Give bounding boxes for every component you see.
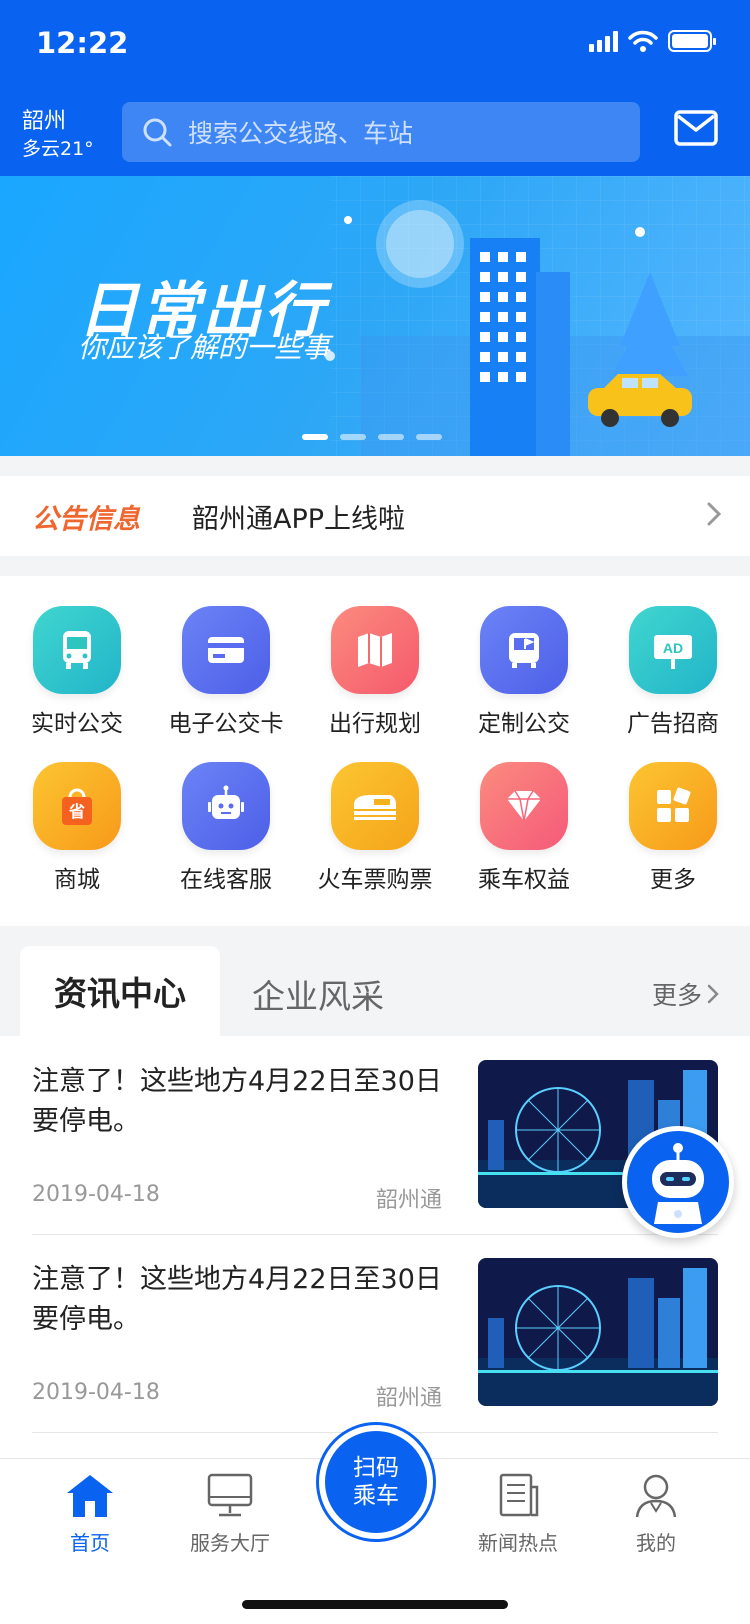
ad-icon: AD [629, 606, 717, 694]
assistant-float-button[interactable] [622, 1126, 734, 1238]
carousel-dot[interactable] [378, 434, 404, 440]
search-placeholder: 搜索公交线路、车站 [188, 119, 414, 148]
news-title: 注意了！这些地方4月22日至30日要停电。 [32, 1264, 442, 1335]
city-name[interactable]: 韶州 [22, 103, 66, 135]
carousel-dot[interactable] [340, 434, 366, 440]
tab-news-hot[interactable]: 新闻热点 [458, 1471, 578, 1556]
carousel-dot[interactable] [302, 434, 328, 440]
news-date: 2019-04-18 [32, 1182, 160, 1207]
service-train-ticket[interactable]: 火车票购票 [300, 762, 450, 894]
service-label: 电子公交卡 [168, 711, 284, 737]
signal-icon [589, 30, 618, 52]
status-time: 12:22 [36, 26, 129, 60]
news-title: 注意了！这些地方4月22日至30日要停电。 [32, 1066, 442, 1137]
service-advertising[interactable]: AD 广告招商 [598, 606, 748, 738]
service-grid: 实时公交 电子公交卡 出行规划 定制公交 AD 广告招商 省 商城 在线客服 火… [0, 576, 750, 926]
newspaper-icon [499, 1473, 539, 1517]
svg-text:AD: AD [663, 640, 683, 656]
service-label: 火车票购票 [317, 867, 433, 893]
chevron-right-icon [707, 502, 722, 526]
tab-news-center[interactable]: 资讯中心 [20, 946, 220, 1036]
service-mall[interactable]: 省 商城 [2, 762, 152, 894]
notice-text: 韶州通APP上线啦 [192, 503, 406, 535]
scan-label-line1: 扫码 [353, 1455, 399, 1481]
banner-subtitle: 你应该了解的一些事 [78, 331, 331, 364]
service-realtime-bus[interactable]: 实时公交 [2, 606, 152, 738]
tab-label: 服务大厅 [190, 1531, 270, 1555]
service-ride-benefits[interactable]: 乘车权益 [449, 762, 599, 894]
news-item[interactable]: 注意了！这些地方4月22日至30日要停电。 2019-04-18 韶州通 [0, 1234, 750, 1433]
notice-tag: 公告信息 [32, 503, 140, 535]
card-icon [182, 606, 270, 694]
map-icon [331, 606, 419, 694]
service-more[interactable]: 更多 [598, 762, 748, 894]
service-label: 出行规划 [329, 711, 421, 737]
notice-bar[interactable]: 公告信息 韶州通APP上线啦 [0, 476, 750, 556]
news-source: 韶州通 [376, 1188, 443, 1213]
service-online-support[interactable]: 在线客服 [151, 762, 301, 894]
news-source: 韶州通 [376, 1386, 443, 1411]
search-bar[interactable]: 搜索公交线路、车站 [122, 102, 640, 162]
grid-icon [629, 762, 717, 850]
service-label: 在线客服 [180, 867, 272, 893]
diamond-icon [480, 762, 568, 850]
status-icons [589, 30, 716, 52]
service-label: 商城 [54, 867, 100, 893]
robot-icon [182, 762, 270, 850]
scan-ride-button[interactable]: 扫码 乘车 [319, 1425, 433, 1539]
service-label: 乘车权益 [478, 867, 570, 893]
app-header: 12:22 韶州 多云21° 搜索公交线路、车站 [0, 0, 750, 176]
news-date: 2019-04-18 [32, 1380, 160, 1405]
carousel-dots[interactable] [302, 434, 442, 440]
custom-bus-icon [480, 606, 568, 694]
tab-home[interactable]: 首页 [30, 1471, 150, 1556]
search-icon [143, 118, 172, 147]
service-bus-card[interactable]: 电子公交卡 [151, 606, 301, 738]
bus-icon [33, 606, 121, 694]
more-link[interactable]: 更多 [652, 976, 720, 1012]
promo-banner[interactable]: 日常出行 你应该了解的一些事 [0, 176, 750, 456]
train-icon [331, 762, 419, 850]
news-list: 注意了！这些地方4月22日至30日要停电。 2019-04-18 韶州通 注意了… [0, 1036, 750, 1458]
tab-label: 新闻热点 [478, 1531, 558, 1555]
service-label: 更多 [650, 867, 696, 893]
tab-label: 首页 [70, 1531, 110, 1555]
home-indicator [242, 1600, 508, 1609]
service-label: 定制公交 [478, 711, 570, 737]
service-label: 实时公交 [31, 711, 123, 737]
news-thumbnail [478, 1258, 718, 1406]
monitor-icon [207, 1473, 253, 1517]
battery-icon [668, 30, 716, 52]
shopping-bag-icon: 省 [33, 762, 121, 850]
scan-label-line2: 乘车 [353, 1483, 399, 1509]
service-label: 广告招商 [627, 711, 719, 737]
wifi-icon [628, 30, 658, 52]
tab-mine[interactable]: 我的 [596, 1471, 716, 1556]
home-icon [67, 1475, 113, 1517]
more-label: 更多 [651, 981, 702, 1010]
mail-icon[interactable] [674, 110, 718, 146]
svg-text:省: 省 [68, 802, 85, 821]
tab-label: 我的 [636, 1531, 676, 1555]
carousel-dot[interactable] [416, 434, 442, 440]
tab-enterprise[interactable]: 企业风采 [252, 970, 384, 1018]
weather-info: 多云21° [22, 138, 94, 160]
tab-service-hall[interactable]: 服务大厅 [170, 1471, 290, 1556]
chevron-right-icon [707, 984, 719, 1004]
user-icon [635, 1474, 677, 1518]
service-custom-bus[interactable]: 定制公交 [449, 606, 599, 738]
service-trip-plan[interactable]: 出行规划 [300, 606, 450, 738]
robot-icon [652, 1143, 704, 1224]
news-tabs: 资讯中心 企业风采 更多 [0, 946, 750, 1036]
